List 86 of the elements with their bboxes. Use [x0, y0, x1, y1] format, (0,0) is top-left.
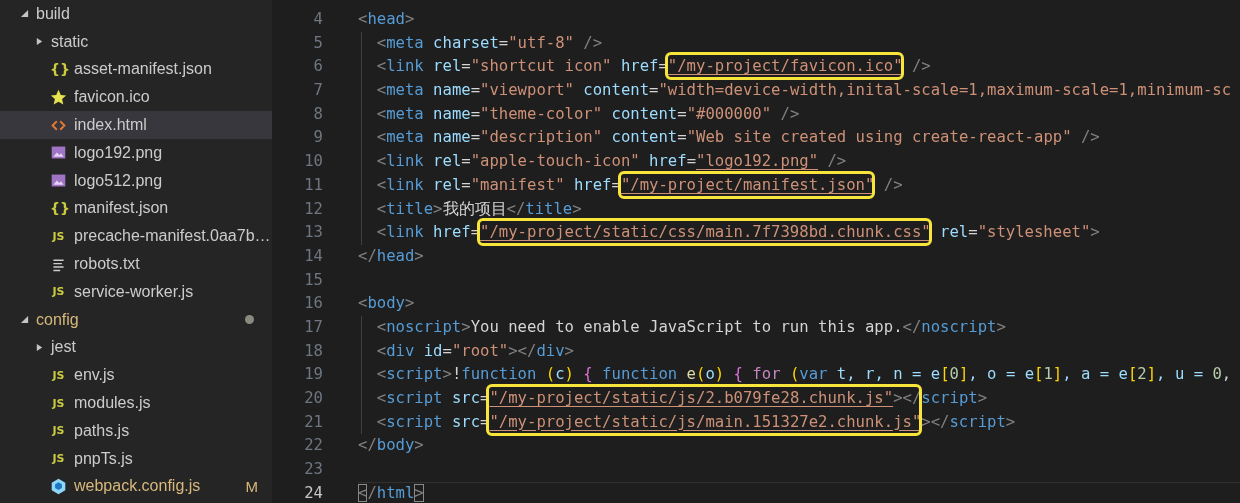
line-number: 22 — [303, 435, 324, 457]
file-name: robots.txt — [74, 255, 140, 274]
folder-name: config — [36, 310, 79, 329]
line-number: 24 — [303, 482, 324, 503]
folder-item[interactable]: jest — [0, 333, 272, 362]
line-number: 15 — [303, 269, 324, 291]
file-name: index.html — [74, 116, 147, 135]
code-line: <meta charset="utf-8" /> — [376, 32, 604, 54]
code-line: <meta name="theme-color" content="#000000" /> — [376, 103, 801, 125]
file-name: paths.js — [74, 421, 130, 440]
line-number: 20 — [303, 388, 324, 409]
modified-dot-icon — [245, 315, 254, 325]
folder-item[interactable]: config — [0, 305, 272, 334]
file-name: modules.js — [74, 394, 151, 413]
collapsed-caret-icon — [35, 342, 44, 352]
code-line: </body> — [358, 435, 425, 457]
code-line: <script>!function (c) { function e(o) { for (var t, r, n = e[0], o = e[1], a = e[2], u = 0, — [376, 364, 1233, 386]
line-number: 16 — [303, 293, 324, 315]
file-item[interactable]: JS pnpTs.js — [0, 444, 272, 473]
line-number: 11 — [303, 174, 324, 196]
star-icon — [50, 88, 67, 106]
file-item[interactable]: JS service-worker.js — [0, 277, 272, 306]
file-name: webpack.config.js — [74, 477, 201, 496]
line-number: 14 — [303, 245, 324, 267]
file-name: favicon.ico — [74, 88, 150, 107]
git-status-label: M — [245, 477, 258, 495]
line-number: 10 — [303, 151, 324, 173]
line-number: 18 — [303, 340, 324, 362]
file-item[interactable]: favicon.ico — [0, 83, 272, 112]
line-number: 4 — [312, 9, 324, 30]
file-item[interactable]: JS paths.js — [0, 416, 272, 445]
file-name: service-worker.js — [74, 282, 194, 301]
file-item[interactable]: logo512.png — [0, 166, 272, 195]
file-name: asset-manifest.json — [74, 60, 212, 79]
code-line: <meta name="description" content="Web site created using create-react-app" /> — [376, 127, 1101, 149]
code-line: <body> — [358, 293, 416, 315]
line-number: 6 — [312, 56, 324, 78]
line-number: 9 — [312, 127, 324, 149]
file-item[interactable]: {} asset-manifest.json — [0, 55, 272, 84]
cube-icon — [50, 477, 67, 495]
line-number: 19 — [303, 364, 324, 386]
code-line: <link rel="apple-touch-icon" href="logo192.png" /> — [376, 151, 848, 173]
js-file-icon: JS — [50, 229, 67, 243]
folder-item[interactable]: build — [0, 0, 272, 28]
folder-name: static — [51, 32, 89, 51]
file-item[interactable]: JS env.js — [0, 361, 272, 390]
line-number: 13 — [303, 222, 324, 244]
file-name: manifest.json — [74, 199, 169, 218]
expanded-caret-icon — [20, 315, 29, 325]
file-name: logo512.png — [74, 171, 163, 190]
line-number: 21 — [303, 411, 324, 433]
line-number: 7 — [312, 80, 324, 102]
collapsed-caret-icon — [35, 37, 44, 47]
code-line: <head> — [358, 9, 416, 30]
folder-item[interactable]: static — [0, 27, 272, 56]
code-line: </head> — [358, 245, 425, 267]
file-item[interactable]: JS modules.js — [0, 389, 272, 417]
js-file-icon: JS — [50, 285, 67, 299]
line-number: 17 — [303, 316, 324, 338]
line-number: 8 — [312, 103, 324, 125]
json-file-icon: {} — [50, 200, 67, 217]
file-item[interactable]: index.html — [0, 111, 272, 139]
js-file-icon: JS — [50, 368, 67, 382]
line-number: 12 — [303, 198, 324, 220]
folder-name: jest — [51, 338, 76, 357]
file-item[interactable]: robots.txt — [0, 250, 272, 278]
json-file-icon: {} — [50, 61, 67, 78]
line-number: 23 — [303, 459, 324, 481]
js-file-icon: JS — [50, 424, 67, 438]
file-name: env.js — [74, 366, 115, 385]
js-file-icon: JS — [50, 396, 67, 410]
file-item[interactable]: {} manifest.json — [0, 194, 272, 223]
code-line: <noscript>You need to enable JavaScript to run this app.</noscript> — [376, 316, 1007, 338]
file-item[interactable]: logo192.png — [0, 139, 272, 167]
line-number: 5 — [312, 32, 324, 54]
folder-name: build — [36, 4, 70, 23]
expanded-caret-icon — [20, 9, 29, 19]
file-name: pnpTs.js — [74, 449, 133, 468]
code-line: <div id="root"></div> — [376, 340, 575, 362]
file-item[interactable]: JS precache-manifest.0aa7b… — [0, 222, 272, 251]
code-line: <meta name="viewport" content="width=device-width,inital-scale=1,maximum-scale=1,minimum-sc — [376, 80, 1233, 102]
file-name: precache-manifest.0aa7b… — [74, 227, 271, 246]
code-line: <title>我的项目</title> — [376, 198, 583, 220]
file-name: logo192.png — [74, 143, 163, 162]
file-item[interactable]: webpack.config.js M — [0, 472, 272, 501]
js-file-icon: JS — [50, 452, 67, 466]
